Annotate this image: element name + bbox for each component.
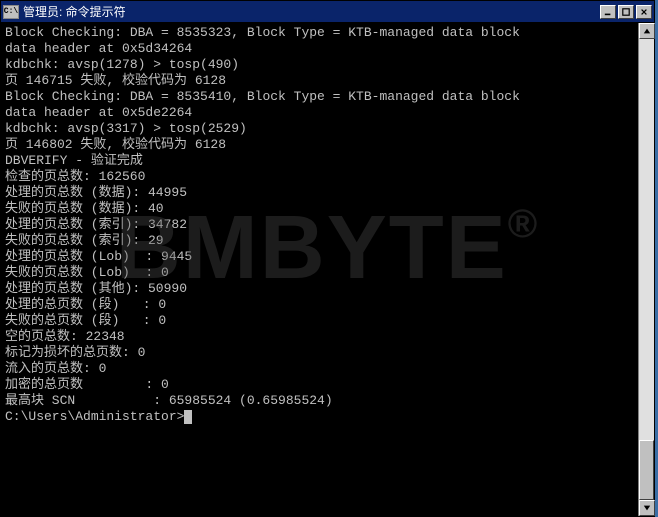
scroll-down-button[interactable] xyxy=(639,500,655,516)
scroll-track[interactable] xyxy=(639,39,654,500)
minimize-button[interactable] xyxy=(600,5,616,19)
minimize-icon xyxy=(604,8,612,16)
console-line: 标记为损坏的总页数: 0 xyxy=(5,345,650,361)
console-line: 处理的总页数 (段) : 0 xyxy=(5,297,650,313)
window-title: 管理员: 命令提示符 xyxy=(23,3,600,20)
vertical-scrollbar[interactable] xyxy=(638,23,654,516)
console-line: kdbchk: avsp(1278) > tosp(490) xyxy=(5,57,650,73)
console-line: data header at 0x5de2264 xyxy=(5,105,650,121)
maximize-button[interactable] xyxy=(618,5,634,19)
titlebar[interactable]: C:\ 管理员: 命令提示符 xyxy=(1,1,654,23)
console-output[interactable]: Block Checking: DBA = 8535323, Block Typ… xyxy=(1,23,654,516)
scroll-thumb[interactable] xyxy=(639,440,654,500)
console-line: 流入的页总数: 0 xyxy=(5,361,650,377)
console-line: kdbchk: avsp(3317) > tosp(2529) xyxy=(5,121,650,137)
close-button[interactable] xyxy=(636,5,652,19)
console-line: 失败的页总数 (Lob) : 0 xyxy=(5,265,650,281)
console-line: DBVERIFY - 验证完成 xyxy=(5,153,650,169)
console-line: 处理的页总数 (Lob) : 9445 xyxy=(5,249,650,265)
arrow-down-icon xyxy=(643,504,651,512)
console-line: 检查的页总数: 162560 xyxy=(5,169,650,185)
maximize-icon xyxy=(622,8,630,16)
command-prompt-window: C:\ 管理员: 命令提示符 Block Checking: DBA = 853… xyxy=(0,0,655,517)
arrow-up-icon xyxy=(643,27,651,35)
console-line: 失败的页总数 (数据): 40 xyxy=(5,201,650,217)
window-controls xyxy=(600,5,652,19)
console-line: 最高块 SCN : 65985524 (0.65985524) xyxy=(5,393,650,409)
console-line: 处理的页总数 (其他): 50990 xyxy=(5,281,650,297)
console-line: data header at 0x5d34264 xyxy=(5,41,650,57)
console-line: C:\Users\Administrator> xyxy=(5,409,650,425)
console-line: Block Checking: DBA = 8535323, Block Typ… xyxy=(5,25,650,41)
console-line: 空的页总数: 22348 xyxy=(5,329,650,345)
console-line: 加密的总页数 : 0 xyxy=(5,377,650,393)
console-line: Block Checking: DBA = 8535410, Block Typ… xyxy=(5,89,650,105)
app-icon: C:\ xyxy=(3,5,19,19)
console-line: 页 146715 失败, 校验代码为 6128 xyxy=(5,73,650,89)
scroll-up-button[interactable] xyxy=(639,23,655,39)
console-line: 处理的页总数 (数据): 44995 xyxy=(5,185,650,201)
console-line: 处理的页总数 (索引): 34782 xyxy=(5,217,650,233)
console-line: 失败的总页数 (段) : 0 xyxy=(5,313,650,329)
console-line: 页 146802 失败, 校验代码为 6128 xyxy=(5,137,650,153)
console-line: 失败的页总数 (索引): 29 xyxy=(5,233,650,249)
cursor xyxy=(184,410,192,424)
close-icon xyxy=(640,8,648,16)
